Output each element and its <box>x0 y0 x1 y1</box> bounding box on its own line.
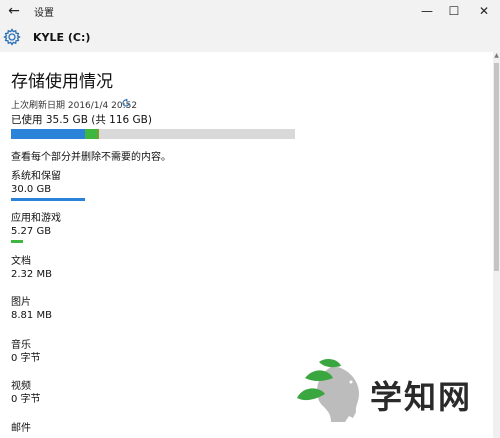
category-size: 0 字节 <box>11 394 41 405</box>
category-bar <box>11 240 23 243</box>
vertical-scrollbar[interactable]: ▲ <box>493 52 500 438</box>
category-name: 应用和游戏 <box>11 213 61 224</box>
refresh-icon[interactable] <box>121 98 131 108</box>
category-name: 视频 <box>11 381 31 392</box>
settings-header: KYLE (C:) <box>0 22 500 52</box>
category-music[interactable]: 音乐 0 字节 <box>11 339 41 365</box>
category-name: 邮件 <box>11 423 31 434</box>
category-size: 8.81 MB <box>11 310 52 321</box>
storage-usage-bar <box>11 129 295 139</box>
category-size: 2.32 MB <box>11 269 52 280</box>
category-name: 系统和保留 <box>11 171 61 182</box>
category-name: 文档 <box>11 256 31 267</box>
gear-icon <box>3 28 21 46</box>
category-apps[interactable]: 应用和游戏 5.27 GB <box>11 212 61 243</box>
category-mail[interactable]: 邮件 <box>11 422 31 435</box>
category-size: 30.0 GB <box>11 184 52 195</box>
category-bar <box>11 198 85 201</box>
hint-text: 查看每个部分并删除不需要的内容。 <box>11 152 171 163</box>
close-button[interactable]: ✕ <box>468 0 500 22</box>
used-summary: 已使用 35.5 GB (共 116 GB) <box>11 114 152 126</box>
watermark-text: 学知网 <box>370 378 473 416</box>
category-system[interactable]: 系统和保留 30.0 GB <box>11 170 85 201</box>
category-name: 图片 <box>11 297 31 308</box>
window-title: 设置 <box>34 8 54 19</box>
page-title: 存储使用情况 <box>11 72 113 92</box>
category-size: 5.27 GB <box>11 226 52 237</box>
title-bar: ← 设置 — ☐ ✕ <box>0 0 500 22</box>
usage-segment-system <box>11 129 85 139</box>
scroll-up-arrow-icon[interactable]: ▲ <box>493 52 500 60</box>
category-documents[interactable]: 文档 2.32 MB <box>11 255 52 281</box>
category-name: 音乐 <box>11 340 31 351</box>
drive-label: KYLE (C:) <box>33 31 91 44</box>
last-refresh-text: 上次刷新日期 2016/1/4 20:52 <box>11 101 138 111</box>
usage-segment-apps <box>85 129 97 139</box>
category-videos[interactable]: 视频 0 字节 <box>11 380 41 406</box>
scroll-thumb[interactable] <box>494 63 499 271</box>
usage-segment-documents <box>97 129 99 139</box>
category-size: 0 字节 <box>11 353 41 364</box>
back-arrow-icon[interactable]: ← <box>4 1 24 21</box>
category-pictures[interactable]: 图片 8.81 MB <box>11 296 52 322</box>
